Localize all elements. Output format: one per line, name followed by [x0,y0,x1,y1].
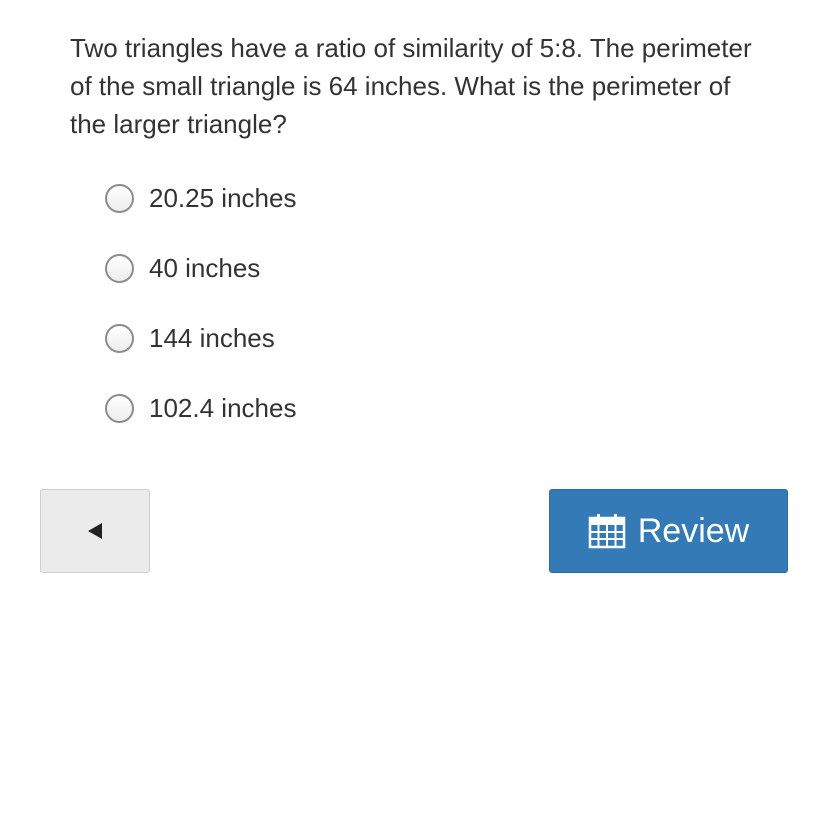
radio-button[interactable] [105,323,134,353]
question-text: Two triangles have a ratio of similarity… [70,33,752,139]
option-label: 144 inches [149,322,275,353]
answer-option[interactable]: 102.4 inches [105,380,296,436]
review-label: Review [637,511,750,550]
option-label: 20.25 inches [149,182,297,213]
radio-button[interactable] [105,393,134,423]
option-label: 40 inches [149,252,261,283]
radio-button[interactable] [105,183,134,213]
option-label: 102.4 inches [149,392,297,423]
radio-button[interactable] [105,253,134,283]
calendar-icon [588,513,626,549]
review-button[interactable]: Review [549,489,788,573]
answer-option[interactable]: 40 inches [105,240,296,296]
back-button[interactable] [40,489,150,573]
triangle-left-icon [88,523,102,539]
answer-option[interactable]: 144 inches [105,310,296,366]
answer-options: 20.25 inches 40 inches 144 inches 102.4 … [105,170,296,450]
answer-option[interactable]: 20.25 inches [105,170,296,226]
